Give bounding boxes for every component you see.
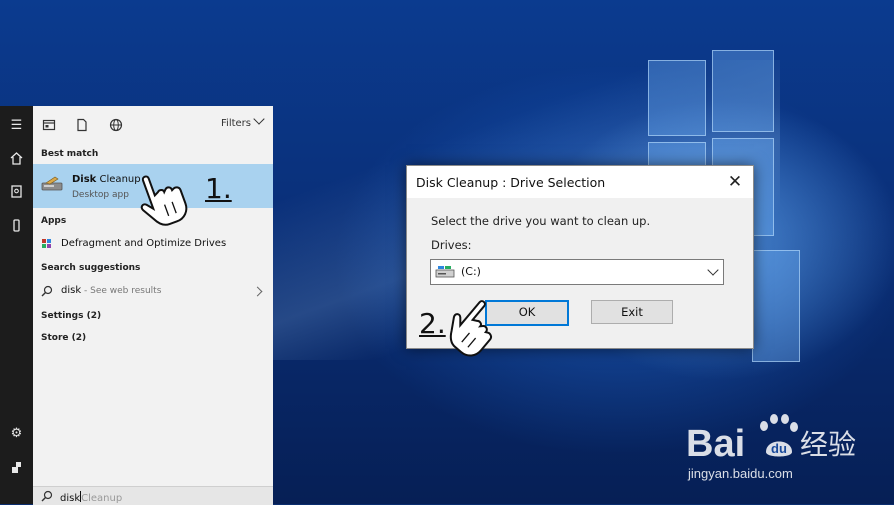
- suggestion-query: disk: [61, 285, 82, 296]
- settings-heading[interactable]: Settings (2): [41, 311, 101, 321]
- document-icon[interactable]: [75, 118, 89, 132]
- power-user-icon[interactable]: [9, 460, 24, 475]
- step-1-label: 1.: [205, 172, 232, 205]
- suggestion-text: disk - See web results: [61, 285, 161, 296]
- chevron-right-icon: [252, 286, 263, 297]
- best-match-title-bold: Disk: [72, 174, 97, 185]
- search-typed-text: disk: [60, 493, 81, 504]
- app-item-label: Defragment and Optimize Drives: [61, 238, 227, 249]
- svg-text:du: du: [771, 441, 787, 456]
- suggestion-hint: - See web results: [81, 286, 162, 296]
- disk-cleanup-icon: [41, 176, 63, 191]
- watermark-brand-cn: 经验: [800, 428, 856, 461]
- search-icon: [41, 490, 53, 505]
- app-item-defragment[interactable]: Defragment and Optimize Drives: [33, 234, 273, 256]
- selected-drive: (C:): [461, 265, 481, 278]
- drive-icon: [435, 266, 455, 278]
- defragment-icon: [42, 239, 51, 248]
- watermark-brand: Bai: [686, 423, 745, 465]
- dialog-title: Disk Cleanup : Drive Selection: [416, 175, 606, 190]
- apps-heading: Apps: [41, 216, 67, 226]
- store-heading[interactable]: Store (2): [41, 333, 86, 343]
- chevron-down-icon: [707, 264, 719, 276]
- windows-logo-pane: [752, 250, 800, 362]
- documents-icon[interactable]: [9, 184, 24, 199]
- best-match-subtitle: Desktop app: [72, 190, 129, 200]
- start-menu-toolbar: Filters: [33, 106, 273, 144]
- drives-select[interactable]: (C:): [430, 259, 724, 285]
- search-query: diskCleanup: [60, 491, 122, 504]
- windows-logo-pane: [648, 60, 706, 136]
- globe-icon[interactable]: [109, 118, 123, 132]
- web-suggestion-disk[interactable]: disk - See web results: [33, 281, 273, 303]
- drives-label: Drives:: [431, 238, 472, 252]
- filters-dropdown[interactable]: Filters: [221, 113, 265, 129]
- search-icon: [41, 285, 53, 297]
- hamburger-icon[interactable]: ☰: [9, 118, 24, 133]
- search-input[interactable]: diskCleanup: [33, 486, 273, 505]
- search-autocomplete-text: Cleanup: [81, 493, 123, 504]
- filters-label: Filters: [221, 118, 251, 129]
- dialog-prompt: Select the drive you want to clean up.: [431, 214, 651, 228]
- best-match-heading: Best match: [41, 149, 99, 159]
- hand-cursor-icon: [140, 175, 188, 226]
- settings-gear-icon[interactable]: ⚙: [9, 426, 24, 441]
- apps-icon[interactable]: [42, 118, 56, 132]
- chevron-down-icon: [253, 113, 265, 125]
- watermark-url: jingyan.baidu.com: [688, 466, 793, 481]
- exit-button[interactable]: Exit: [591, 300, 673, 324]
- windows-logo-pane: [712, 50, 774, 132]
- start-menu-rail: ☰ ⚙: [0, 106, 33, 504]
- close-icon[interactable]: ✕: [725, 172, 745, 192]
- home-icon[interactable]: [9, 151, 24, 166]
- hand-cursor-icon: [449, 300, 493, 357]
- phone-icon[interactable]: [9, 218, 24, 233]
- search-suggestions-heading: Search suggestions: [41, 263, 141, 273]
- dialog-titlebar[interactable]: Disk Cleanup : Drive Selection ✕: [407, 166, 753, 198]
